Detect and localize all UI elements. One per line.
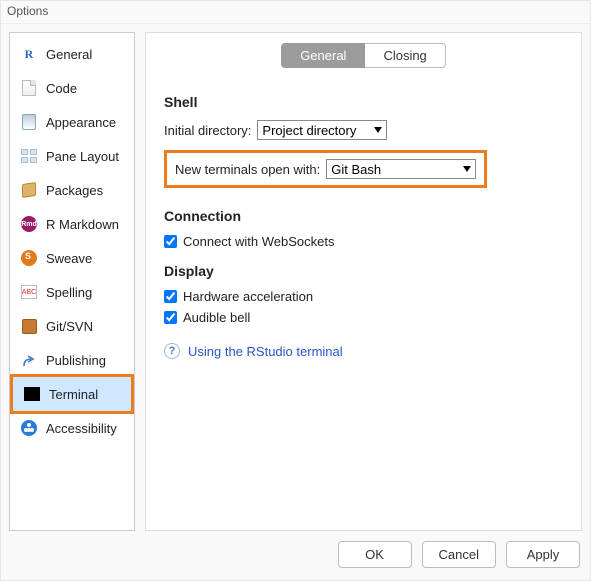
package-icon	[20, 181, 38, 199]
audible-bell-checkbox[interactable]	[164, 311, 177, 324]
initial-directory-label: Initial directory:	[164, 123, 251, 138]
sidebar-highlight: Terminal	[10, 374, 134, 414]
sidebar-item-label: Code	[46, 81, 77, 96]
websockets-row[interactable]: Connect with WebSockets	[164, 234, 563, 249]
content-row: R General Code Appearance Pane Layout Pa…	[1, 24, 590, 531]
sidebar-item-label: R Markdown	[46, 217, 119, 232]
spellcheck-icon: ABC	[20, 283, 38, 301]
section-connection-title: Connection	[164, 208, 563, 224]
sidebar-item-spelling[interactable]: ABC Spelling	[10, 275, 134, 309]
sweave-icon	[20, 249, 38, 267]
appearance-icon	[20, 113, 38, 131]
sidebar-item-appearance[interactable]: Appearance	[10, 105, 134, 139]
sidebar-item-label: Sweave	[46, 251, 92, 266]
document-icon	[20, 79, 38, 97]
publish-icon	[20, 351, 38, 369]
sidebar: R General Code Appearance Pane Layout Pa…	[9, 32, 135, 531]
sidebar-item-sweave[interactable]: Sweave	[10, 241, 134, 275]
window-title: Options	[1, 1, 590, 24]
hw-accel-checkbox[interactable]	[164, 290, 177, 303]
sidebar-item-pane-layout[interactable]: Pane Layout	[10, 139, 134, 173]
websockets-checkbox[interactable]	[164, 235, 177, 248]
sidebar-item-label: Accessibility	[46, 421, 117, 436]
r-logo-icon: R	[20, 45, 38, 63]
sidebar-item-accessibility[interactable]: Accessibility	[10, 411, 134, 445]
audible-bell-label: Audible bell	[183, 310, 250, 325]
terminal-icon	[23, 385, 41, 403]
tab-closing[interactable]: Closing	[365, 43, 445, 68]
sidebar-item-r-markdown[interactable]: Rmd R Markdown	[10, 207, 134, 241]
sidebar-item-packages[interactable]: Packages	[10, 173, 134, 207]
sidebar-item-label: Spelling	[46, 285, 92, 300]
accessibility-icon	[20, 419, 38, 437]
panes-icon	[20, 147, 38, 165]
new-terminal-select[interactable]: Git Bash	[326, 159, 476, 179]
websockets-label: Connect with WebSockets	[183, 234, 335, 249]
sidebar-item-label: Publishing	[46, 353, 106, 368]
initial-directory-select[interactable]: Project directory	[257, 120, 387, 140]
audible-bell-row[interactable]: Audible bell	[164, 310, 563, 325]
ok-button[interactable]: OK	[338, 541, 412, 568]
initial-directory-row: Initial directory: Project directory	[164, 120, 563, 140]
panel-body: Shell Initial directory: Project directo…	[146, 68, 581, 530]
section-display-title: Display	[164, 263, 563, 279]
sidebar-item-label: Pane Layout	[46, 149, 119, 164]
section-shell-title: Shell	[164, 94, 563, 110]
cancel-button[interactable]: Cancel	[422, 541, 496, 568]
sidebar-item-terminal[interactable]: Terminal	[13, 377, 131, 411]
hw-accel-row[interactable]: Hardware acceleration	[164, 289, 563, 304]
main-panel: General Closing Shell Initial directory:…	[145, 32, 582, 531]
box-icon	[20, 317, 38, 335]
rmd-icon: Rmd	[20, 215, 38, 233]
sidebar-item-label: Terminal	[49, 387, 98, 402]
sidebar-item-label: General	[46, 47, 92, 62]
tab-bar: General Closing	[146, 43, 581, 68]
help-link-row: ? Using the RStudio terminal	[164, 343, 563, 359]
hw-accel-label: Hardware acceleration	[183, 289, 313, 304]
sidebar-item-label: Packages	[46, 183, 103, 198]
new-terminal-highlight: New terminals open with: Git Bash	[164, 150, 487, 188]
apply-button[interactable]: Apply	[506, 541, 580, 568]
sidebar-item-publishing[interactable]: Publishing	[10, 343, 134, 377]
options-window: Options R General Code Appearance Pane L…	[0, 0, 591, 581]
sidebar-item-code[interactable]: Code	[10, 71, 134, 105]
help-link[interactable]: Using the RStudio terminal	[188, 344, 343, 359]
sidebar-item-git-svn[interactable]: Git/SVN	[10, 309, 134, 343]
button-bar: OK Cancel Apply	[1, 531, 590, 580]
sidebar-item-general[interactable]: R General	[10, 37, 134, 71]
sidebar-item-label: Git/SVN	[46, 319, 93, 334]
tab-general[interactable]: General	[281, 43, 365, 68]
help-icon: ?	[164, 343, 180, 359]
sidebar-item-label: Appearance	[46, 115, 116, 130]
new-terminal-label: New terminals open with:	[175, 162, 320, 177]
